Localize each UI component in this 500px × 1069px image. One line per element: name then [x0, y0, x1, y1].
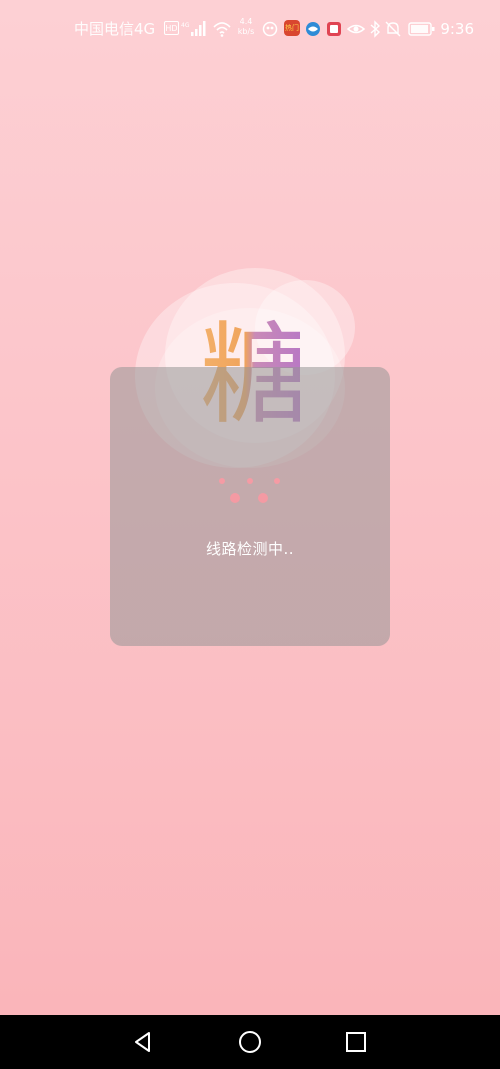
- app-icon: [327, 22, 341, 36]
- loading-dot: [230, 493, 240, 503]
- loading-dot: [219, 478, 225, 484]
- clock: 9:36: [440, 20, 474, 38]
- home-icon[interactable]: [235, 1027, 265, 1057]
- mute-icon: [385, 21, 401, 37]
- app-badge-icon: 热门: [284, 20, 300, 36]
- loading-dot: [247, 478, 253, 484]
- battery-icon: [408, 22, 435, 36]
- browser-icon: [306, 22, 320, 36]
- carrier-label: 中国电信4G: [74, 20, 156, 38]
- loading-dot: [258, 493, 268, 503]
- loading-text: 线路检测中..: [205, 540, 295, 558]
- hd-icon: HD: [164, 21, 179, 35]
- app-badge-label: 热门: [285, 24, 299, 32]
- signal-label: 4G: [181, 22, 190, 29]
- loading-spinner: [218, 478, 282, 503]
- wifi-icon: [213, 22, 231, 37]
- loading-dot: [274, 478, 280, 484]
- bluetooth-icon: [370, 20, 381, 38]
- loading-dialog: [110, 367, 390, 646]
- net-speed: 4.4 kb/s: [236, 17, 256, 37]
- net-speed-unit: kb/s: [237, 27, 255, 36]
- navigation-bar: [0, 1015, 500, 1069]
- vpn-icon: [262, 21, 278, 37]
- back-icon[interactable]: [128, 1027, 158, 1057]
- recents-icon[interactable]: [341, 1027, 371, 1057]
- status-bar: 中国电信4G HD 4G 4.4 kb/s 热门 9:36: [0, 0, 500, 58]
- net-speed-value: 4.4: [239, 17, 253, 26]
- signal-icon: 4G: [181, 21, 206, 36]
- screen: 中国电信4G HD 4G 4.4 kb/s 热门 9:36 线路检测中..: [0, 0, 500, 1069]
- eye-icon: [347, 24, 365, 34]
